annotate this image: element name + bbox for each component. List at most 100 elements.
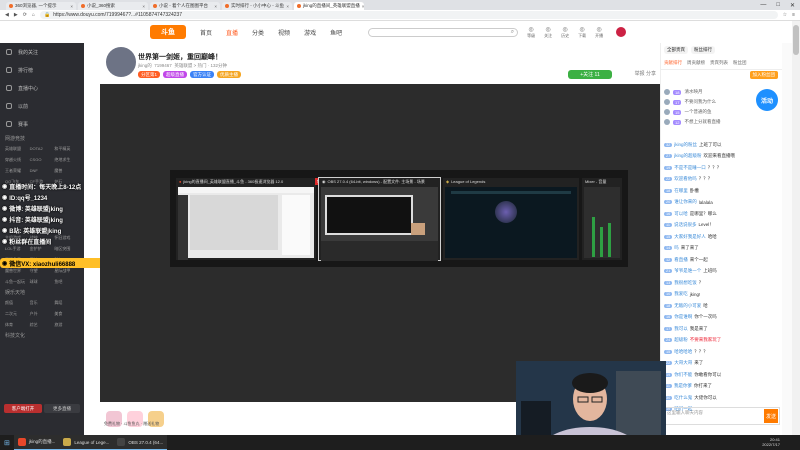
sidebar-category-link[interactable]: 绝地求生 [54,157,79,163]
streamer-name[interactable]: jking的 [138,63,152,68]
sidebar-category-link[interactable]: 旅游 [54,322,79,328]
chat-username[interactable]: 吗 [674,245,679,251]
sidebar-category-link[interactable]: 鱼吧 [54,279,79,285]
chat-username[interactable]: 我很想吃饭 [674,280,697,286]
chat-username[interactable]: 无敌的小可爱 [674,303,701,309]
sidebar-category-link[interactable]: CSGO [30,157,55,163]
nav-item[interactable]: 首页 [200,28,212,37]
minimize-icon[interactable]: — [760,2,766,8]
close-icon[interactable]: × [214,4,217,9]
sidebar-category-link[interactable]: 英雄联盟 [5,146,30,152]
chat-username[interactable]: jking的超级粉 [674,153,701,159]
sidebar-category-link[interactable]: 音乐 [30,300,55,306]
sidebar-category-link[interactable]: 穿越火线 [5,157,30,163]
chat-username[interactable]: 看直播 [674,257,688,263]
system-clock[interactable]: 20:41 2022/7/17 [762,437,780,447]
chat-username[interactable]: 你们不能 [674,372,692,378]
chat-username[interactable]: 我是你爹 [674,383,692,389]
sidebar-category-link[interactable]: 综艺 [30,322,55,328]
close-icon[interactable]: × [70,4,73,9]
sidebar-category-link[interactable]: 体育 [5,322,30,328]
nav-item[interactable]: 鱼吧 [330,28,342,37]
sidebar-category-link[interactable]: 美食 [54,311,79,317]
window-thumb-browser[interactable]: ●jking的直播间_英雄联盟直播_斗鱼 - 360极速浏览器 12.0 ✕ [176,178,322,260]
ranking-row[interactable]: 12 不想上分就看直播 [664,117,780,127]
chat-username[interactable]: 谁让你来的 [674,199,697,205]
chat-username[interactable]: 说话说很多 [674,222,697,228]
sidebar-category-link[interactable]: 户外 [30,311,55,317]
chat-tab[interactable]: 周贡献榜 [687,60,705,66]
url-input[interactable]: 🔒 https://www.douyu.com/71999467?...#110… [39,11,778,19]
chat-username[interactable]: 爷爷是谁一个 [674,268,701,274]
forward-icon[interactable]: ▶ [14,12,18,18]
close-icon[interactable]: × [142,4,145,9]
sidebar-category-link[interactable]: 球球 [30,279,55,285]
sidebar-category-link[interactable]: 斗鱼一起玩 [5,279,30,285]
taskbar-app[interactable]: jking的直播... [13,435,60,450]
sidebar-item[interactable]: 赛事 [0,115,84,133]
browser-tab[interactable]: 360浏览器, 一个提示 × [6,2,76,10]
chat-username[interactable]: 大家好我是好人 [674,234,706,240]
header-action[interactable]: ◎ 开播 [595,26,603,39]
report-link[interactable]: 举报 [635,71,645,77]
browser-tab[interactable]: 小说_360搜索 × [78,2,148,10]
star-icon[interactable]: ☆ [783,12,787,18]
window-thumb-obs[interactable]: ◉ OBS 27.0.4 (64-bit, windows) - 配置文件: 主场… [318,177,441,261]
chat-username[interactable]: 我可以 [674,326,688,332]
taskbar-app[interactable]: OBS 27.0.4 (64... [113,435,168,450]
sidebar-category-link[interactable]: 颜值 [5,300,30,306]
chat-username[interactable]: 大哥大哥 [674,360,692,366]
follow-button[interactable]: +关注 11 [568,70,612,79]
sidebar-item[interactable]: 以前 [0,97,84,115]
nav-item[interactable]: 分类 [252,28,264,37]
send-button[interactable]: 发送 [764,409,778,423]
chat-username[interactable]: 哈哈哈哈 [674,349,692,355]
chat-username[interactable]: 吃什么鬼 [674,395,692,401]
reload-icon[interactable]: ⟳ [23,12,27,18]
window-thumb-lol[interactable]: ◆ League of Legends [443,178,579,260]
search-icon[interactable]: ⌕ [511,29,514,36]
header-action[interactable]: ◎ 关注 [544,26,552,39]
chat-input[interactable]: 这里输入聊天内容 [664,407,780,425]
close-icon[interactable]: × [362,4,364,9]
sidebar-item[interactable]: 我的关注 [0,43,84,61]
header-action[interactable]: ◎ 下载 [578,26,586,39]
sidebar-category-link[interactable]: DNF [30,168,55,174]
nav-item[interactable]: 直播 [226,28,238,37]
start-button[interactable]: ⊞ [0,435,14,450]
douyu-logo[interactable]: 斗鱼 [150,25,186,39]
sidebar-category-link[interactable]: 魔兽 [54,168,79,174]
close-icon[interactable]: ✕ [790,2,795,9]
join-fans-button[interactable]: 加入粉丝团 [749,71,778,79]
sidebar-item[interactable]: 排行榜 [0,61,84,79]
browser-tab[interactable]: 实时排行 - 小小中心 - 斗鱼 × [222,2,292,10]
chat-username[interactable]: 不是不是睡一口 [674,165,706,171]
chat-top-button[interactable]: 粉丝排行 [691,46,715,54]
client-open-button[interactable]: 客户端打开 [4,404,42,413]
nav-item[interactable]: 游戏 [304,28,316,37]
chat-username[interactable]: 欢迎看他吗 [674,176,697,182]
sidebar-category-link[interactable]: 舞蹈 [54,300,79,306]
chat-top-button[interactable]: 全部贵宾 [664,46,688,54]
chat-username[interactable]: 可以哈 [674,211,688,217]
streamer-avatar[interactable] [106,47,136,77]
header-action[interactable]: ◎ 历史 [561,26,569,39]
search-input[interactable]: ⌕ [368,27,519,37]
home-icon[interactable]: ⌂ [32,12,35,18]
maximize-icon[interactable]: □ [776,2,780,8]
chat-username[interactable]: jking的粉丝 [674,142,697,148]
close-icon[interactable]: × [286,4,289,9]
share-link[interactable]: 分享 [646,71,656,77]
sidebar-category-link[interactable]: DOTA2 [30,146,55,152]
taskbar-app[interactable]: League of Lege... [59,435,114,450]
chat-tab[interactable]: 贵宾列表 [710,60,728,66]
page-scrollbar[interactable] [792,21,800,435]
stream-category[interactable]: 英雄联盟 > 热门 · 132分钟 [174,63,227,68]
chat-tab[interactable]: 粉丝团 [733,60,747,66]
event-logo[interactable]: 活动 [756,89,778,111]
chat-username[interactable]: 在哪里 [674,188,688,194]
chat-tab[interactable]: 贡献排行 [664,60,682,66]
sidebar-category-link[interactable]: 二次元 [5,311,30,317]
back-icon[interactable]: ◀ [5,12,9,18]
nav-item[interactable]: 视频 [278,28,290,37]
